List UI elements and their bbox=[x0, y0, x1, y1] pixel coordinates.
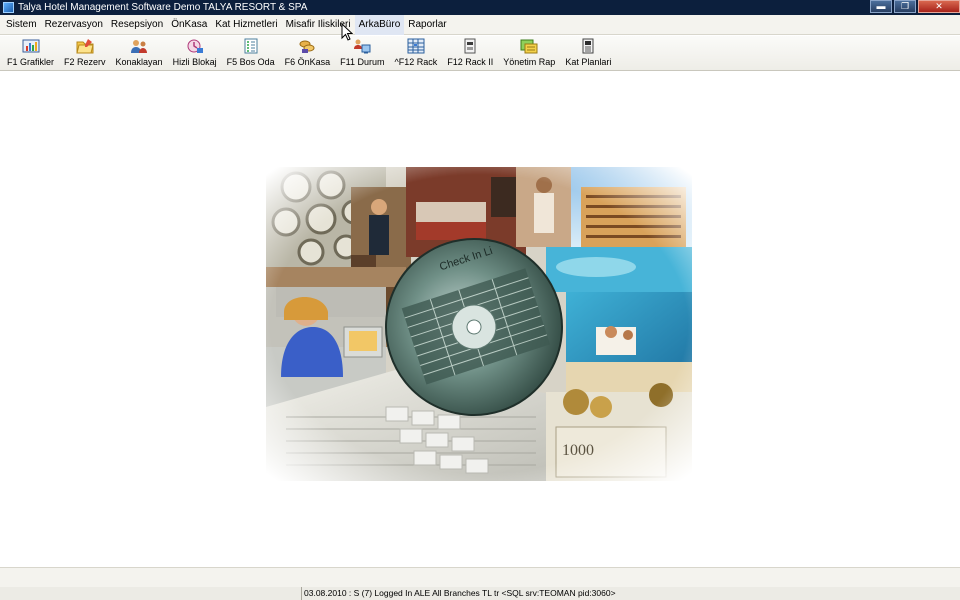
toolbar-label: Yönetim Rap bbox=[503, 57, 556, 67]
folder-icon bbox=[76, 38, 94, 54]
toolbar-label: F5 Bos Oda bbox=[226, 57, 275, 67]
status-text: 03.08.2010 : S (7) Logged In ALE All Bra… bbox=[304, 588, 616, 598]
toolbar: F1 Grafikler F2 Rezerv Konaklayan Hizli … bbox=[0, 36, 960, 71]
menu-bar: Sistem Rezervasyon Resepsiyon ÖnKasa Kat… bbox=[0, 14, 960, 35]
menu-raporlar[interactable]: Raporlar bbox=[404, 15, 450, 35]
report-icon bbox=[520, 38, 538, 54]
minimize-button[interactable]: ▬ bbox=[870, 0, 892, 13]
window-controls: ▬ ❐ ✕ bbox=[868, 0, 960, 13]
toolbar-konaklayan-button[interactable]: Konaklayan bbox=[112, 36, 167, 71]
main-workspace: 1000 Check In Li bbox=[0, 72, 960, 566]
toolbar-bos-oda-button[interactable]: F5 Bos Oda bbox=[223, 36, 279, 71]
block-icon bbox=[186, 38, 204, 54]
toolbar-label: Hizli Blokaj bbox=[172, 57, 217, 67]
menu-arkaburo[interactable]: ArkaBüro bbox=[354, 14, 405, 35]
status-bar-spacer bbox=[0, 567, 960, 587]
mouse-cursor-icon bbox=[341, 23, 353, 41]
floorplan-icon bbox=[579, 38, 597, 54]
title-bar: Talya Hotel Management Software Demo TAL… bbox=[0, 0, 960, 15]
splash-collage-image: 1000 Check In Li bbox=[266, 167, 692, 481]
window-title: Talya Hotel Management Software Demo TAL… bbox=[18, 2, 308, 13]
toolbar-label: ^F12 Rack bbox=[394, 57, 438, 67]
toolbar-onkasa-button[interactable]: F6 ÖnKasa bbox=[281, 36, 335, 71]
menu-onkasa[interactable]: ÖnKasa bbox=[167, 15, 211, 35]
rack-icon bbox=[407, 38, 425, 54]
toolbar-label: F1 Grafikler bbox=[7, 57, 55, 67]
status-panel-empty bbox=[0, 587, 302, 600]
toolbar-rack-button[interactable]: ^F12 Rack bbox=[391, 36, 442, 71]
menu-kat-hizmetleri[interactable]: Kat Hizmetleri bbox=[211, 15, 281, 35]
toolbar-rack-ii-button[interactable]: F12 Rack II bbox=[443, 36, 497, 71]
close-button[interactable]: ✕ bbox=[918, 0, 960, 13]
toolbar-label: F2 Rezerv bbox=[64, 57, 106, 67]
chart-icon bbox=[22, 38, 40, 54]
checklist-icon bbox=[242, 38, 260, 54]
cash-icon bbox=[298, 38, 316, 54]
toolbar-label: F12 Rack II bbox=[447, 57, 494, 67]
status-icon bbox=[353, 38, 371, 54]
restore-button[interactable]: ❐ bbox=[894, 0, 916, 13]
toolbar-durum-button[interactable]: F11 Durum bbox=[336, 36, 388, 71]
toolbar-label: F6 ÖnKasa bbox=[284, 57, 331, 67]
menu-sistem[interactable]: Sistem bbox=[2, 15, 41, 35]
toolbar-yonetim-rap-button[interactable]: Yönetim Rap bbox=[499, 36, 559, 71]
toolbar-kat-planlari-button[interactable]: Kat Planlari bbox=[561, 36, 615, 71]
guests-icon bbox=[130, 38, 148, 54]
status-bar: 03.08.2010 : S (7) Logged In ALE All Bra… bbox=[0, 567, 960, 600]
toolbar-rezerv-button[interactable]: F2 Rezerv bbox=[60, 36, 110, 71]
toolbar-label: Kat Planlari bbox=[565, 57, 612, 67]
toolbar-hizli-blokaj-button[interactable]: Hizli Blokaj bbox=[169, 36, 221, 71]
app-icon bbox=[3, 2, 14, 13]
menu-rezervasyon[interactable]: Rezervasyon bbox=[41, 15, 107, 35]
rack2-icon bbox=[461, 38, 479, 54]
toolbar-label: Konaklayan bbox=[115, 57, 163, 67]
menu-resepsiyon[interactable]: Resepsiyon bbox=[107, 15, 167, 35]
toolbar-label: F11 Durum bbox=[340, 57, 385, 67]
toolbar-grafikler-button[interactable]: F1 Grafikler bbox=[3, 36, 58, 71]
svg-text:1000: 1000 bbox=[562, 442, 594, 459]
